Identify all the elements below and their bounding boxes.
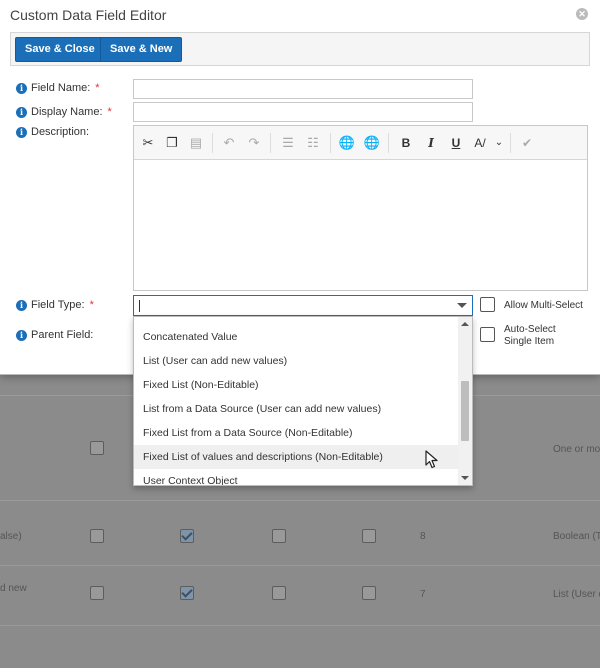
redo-icon[interactable]: ↷ (245, 134, 263, 152)
display-name-label: i Display Name: * (16, 106, 112, 118)
toolbar-separator (270, 133, 271, 153)
info-icon[interactable]: i (16, 106, 27, 118)
field-type-dropdown-list: Concatenated Value List (User can add ne… (133, 316, 473, 486)
display-name-text: Display Name: (31, 106, 103, 118)
dialog-toolbar: Save & Close Save & New (10, 32, 590, 66)
field-type-select[interactable] (133, 295, 473, 316)
description-text: Description: (31, 126, 90, 138)
row-checkbox-checked[interactable] (180, 586, 194, 600)
row-type-text: Boolean (T (553, 531, 600, 542)
row-checkbox[interactable] (362, 529, 376, 543)
allow-multi-select-label: Allow Multi-Select (504, 300, 583, 311)
toolbar-separator (212, 133, 213, 153)
row-divider (0, 500, 600, 501)
parent-field-text: Parent Field: (31, 329, 94, 341)
info-icon[interactable]: i (16, 299, 27, 311)
save-new-button[interactable]: Save & New (100, 37, 183, 62)
description-rich-text-editor: ✂ ❐ ▤ ↶ ↷ ☰ ☷ 🌐 🌐 B I U A/ ⌄ ✔ (133, 125, 588, 291)
scroll-down-arrow-icon[interactable] (461, 476, 469, 480)
save-close-button[interactable]: Save & Close (15, 37, 105, 62)
dropdown-scrollbar[interactable] (458, 317, 472, 485)
field-type-label: i Field Type: * (16, 299, 94, 311)
row-checkbox[interactable] (272, 586, 286, 600)
link-icon[interactable]: 🌐 (338, 134, 356, 152)
chevron-down-icon[interactable] (457, 303, 467, 308)
parent-field-label: i Parent Field: (16, 329, 93, 341)
scroll-up-arrow-icon[interactable] (461, 322, 469, 326)
auto-select-label-line2: Single Item (504, 336, 555, 347)
font-color-icon[interactable]: A/ (471, 134, 489, 152)
bold-icon[interactable]: B (397, 134, 415, 152)
dialog-title: Custom Data Field Editor (10, 7, 167, 23)
toolbar-separator (510, 133, 511, 153)
editor-toolbar: ✂ ❐ ▤ ↶ ↷ ☰ ☷ 🌐 🌐 B I U A/ ⌄ ✔ (134, 126, 587, 160)
row-checkbox[interactable] (272, 529, 286, 543)
italic-icon[interactable]: I (422, 134, 440, 152)
scrollbar-thumb[interactable] (461, 381, 469, 441)
spellcheck-icon[interactable]: ✔ (518, 134, 536, 152)
row-type-text: List (User c (553, 589, 600, 600)
required-marker: * (95, 82, 100, 94)
text-caret (139, 300, 140, 312)
required-marker: * (89, 299, 94, 311)
copy-icon[interactable]: ❐ (163, 134, 181, 152)
field-name-text: Field Name: (31, 82, 91, 94)
field-name-input[interactable] (133, 79, 473, 99)
row-desc-text: d new (0, 583, 27, 594)
row-divider (0, 565, 600, 566)
row-checkbox[interactable] (362, 586, 376, 600)
row-order-text: 7 (420, 589, 426, 600)
row-divider (0, 625, 600, 626)
display-name-input[interactable] (133, 102, 473, 122)
field-type-text: Field Type: (31, 299, 85, 311)
row-checkbox[interactable] (90, 529, 104, 543)
ordered-list-icon[interactable]: ☰ (279, 134, 297, 152)
unlink-icon[interactable]: 🌐 (363, 134, 381, 152)
dropdown-option[interactable]: List from a Data Source (User can add ne… (134, 397, 459, 421)
row-type-text: One or mo (553, 444, 600, 455)
dropdown-option[interactable]: Fixed List (Non-Editable) (134, 373, 459, 397)
dropdown-chevron-icon[interactable]: ⌄ (490, 134, 508, 152)
allow-multi-select-checkbox[interactable] (480, 297, 495, 312)
dropdown-option[interactable]: List (User can add new values) (134, 349, 459, 373)
dropdown-option[interactable]: Fixed List from a Data Source (Non-Edita… (134, 421, 459, 445)
required-marker: * (107, 106, 112, 118)
info-icon[interactable]: i (16, 329, 27, 341)
underline-icon[interactable]: U (447, 134, 465, 152)
info-icon[interactable]: i (16, 82, 27, 94)
dropdown-option[interactable]: Concatenated Value (134, 325, 459, 349)
info-icon[interactable]: i (16, 126, 27, 138)
auto-select-label-line1: Auto-Select (504, 324, 556, 335)
cut-icon[interactable]: ✂ (139, 134, 157, 152)
row-desc-text: alse) (0, 531, 22, 542)
toolbar-separator (388, 133, 389, 153)
dropdown-option[interactable]: User Context Object (134, 469, 459, 485)
row-checkbox[interactable] (90, 441, 104, 455)
mouse-pointer-icon (425, 450, 438, 469)
undo-icon[interactable]: ↶ (220, 134, 238, 152)
paste-icon[interactable]: ▤ (187, 134, 205, 152)
toolbar-separator (330, 133, 331, 153)
row-checkbox[interactable] (90, 586, 104, 600)
auto-select-single-item-checkbox[interactable] (480, 327, 495, 342)
row-order-text: 8 (420, 531, 426, 542)
dropdown-option-hovered[interactable]: Fixed List of values and descriptions (N… (134, 445, 459, 469)
close-icon[interactable]: ✕ (576, 8, 588, 20)
unordered-list-icon[interactable]: ☷ (304, 134, 322, 152)
description-label: i Description: (16, 126, 89, 138)
row-checkbox-checked[interactable] (180, 529, 194, 543)
field-name-label: i Field Name: * (16, 82, 100, 94)
